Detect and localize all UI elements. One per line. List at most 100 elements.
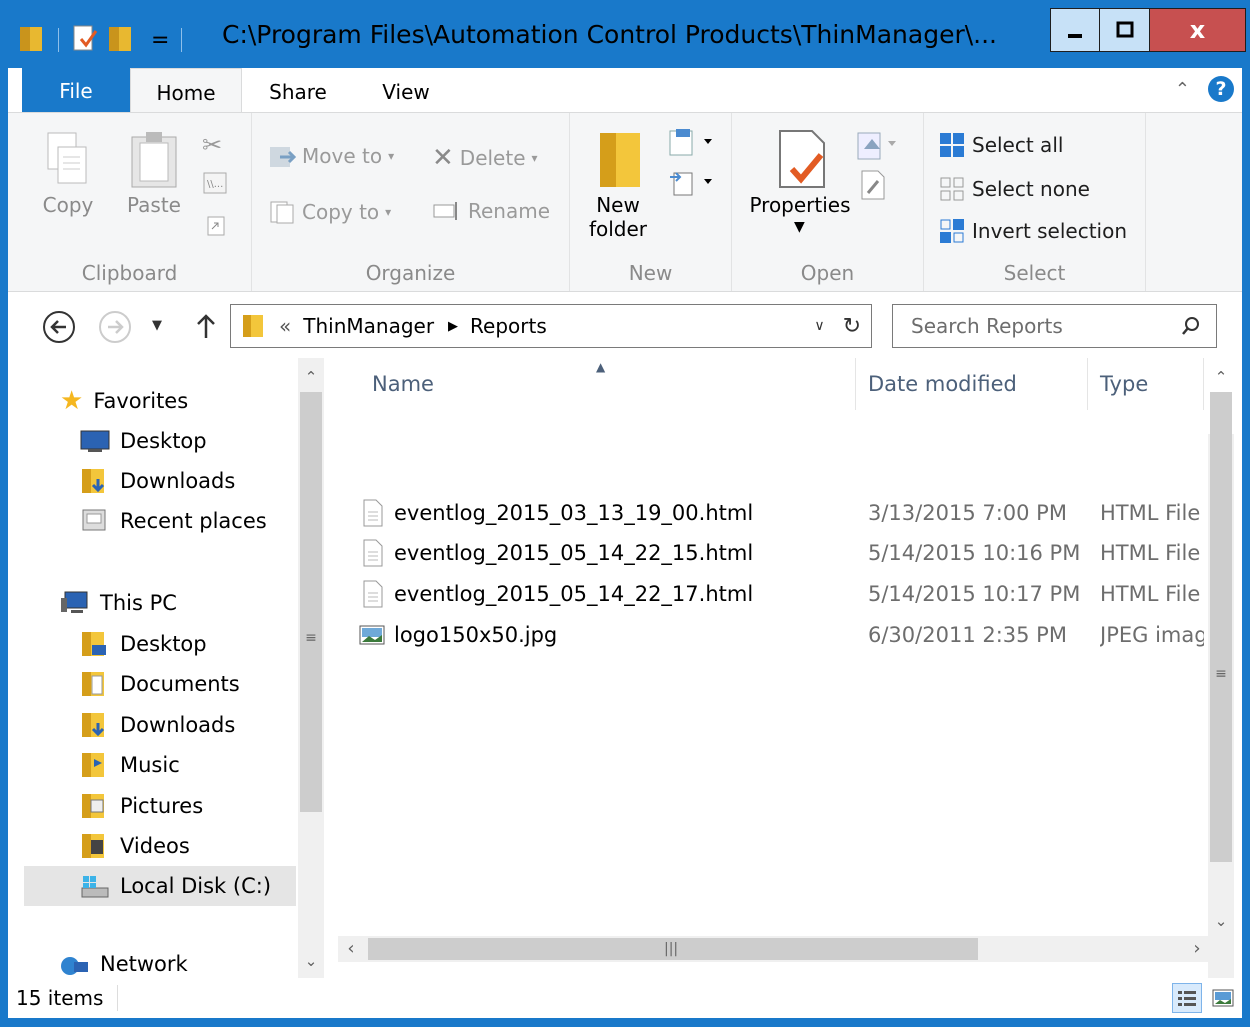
breadcrumb-reports[interactable]: Reports: [470, 314, 547, 338]
refresh-icon[interactable]: ↻: [843, 314, 861, 339]
nav-item-label: Downloads: [120, 469, 236, 493]
qat-dropdown-icon[interactable]: =: [151, 28, 169, 53]
new-item-icon[interactable]: [668, 127, 716, 164]
minimize-button[interactable]: [1050, 8, 1100, 52]
breadcrumb-thinmanager[interactable]: ThinManager: [303, 314, 434, 338]
nav-favorites-desktop[interactable]: Desktop: [80, 422, 207, 460]
copy-button[interactable]: Copy: [38, 129, 98, 229]
nav-favorites-label: Favorites: [93, 389, 189, 413]
html-file-icon: [363, 499, 383, 527]
large-icons-view-icon[interactable]: [1208, 983, 1238, 1013]
minimize-ribbon-icon[interactable]: ⌃: [1175, 79, 1190, 100]
nav-pc-documents[interactable]: Documents: [80, 665, 240, 703]
cut-icon[interactable]: ✂: [202, 131, 222, 159]
search-icon[interactable]: [1180, 315, 1202, 337]
properties-qat-icon[interactable]: [71, 23, 99, 58]
properties-button[interactable]: Properties ▼: [740, 127, 860, 251]
new-folder-qat-icon[interactable]: [107, 23, 135, 58]
close-icon: x: [1189, 16, 1206, 44]
jpeg-image-icon: [359, 625, 385, 645]
scroll-right-icon[interactable]: ›: [1184, 936, 1210, 962]
copy-to-button[interactable]: Copy to ▾: [268, 199, 391, 225]
easy-access-icon[interactable]: [668, 167, 716, 204]
back-button[interactable]: [42, 310, 76, 344]
select-none-button[interactable]: Select none: [938, 175, 1090, 203]
file-vertical-scrollbar[interactable]: ⌃ ≡ ⌄: [1208, 368, 1234, 986]
nav-pc-downloads[interactable]: Downloads: [80, 706, 235, 744]
nav-this-pc[interactable]: This PC: [60, 584, 177, 622]
invert-selection-button[interactable]: Invert selection: [938, 217, 1127, 245]
close-button[interactable]: x: [1150, 8, 1246, 52]
nav-scroll-thumb[interactable]: [300, 392, 322, 812]
search-box[interactable]: Search Reports: [892, 304, 1217, 348]
scroll-left-icon[interactable]: ‹: [338, 936, 364, 962]
invert-selection-icon: [940, 219, 964, 243]
nav-pc-videos[interactable]: Videos: [80, 827, 190, 865]
nav-pc-music[interactable]: Music: [80, 746, 180, 784]
address-overflow[interactable]: «: [279, 314, 291, 338]
column-header-name[interactable]: Name: [360, 358, 856, 410]
nav-favorites[interactable]: ★ Favorites: [60, 382, 188, 420]
file-scroll-thumb[interactable]: [1210, 392, 1232, 862]
file-horizontal-scrollbar[interactable]: ‹ ||| ›: [338, 936, 1210, 962]
file-row[interactable]: eventlog_2015_05_14_22_15.html: [358, 534, 753, 572]
paste-button[interactable]: Paste: [122, 129, 186, 229]
move-to-button[interactable]: Move to ▾: [268, 143, 394, 169]
new-folder-button[interactable]: New folder: [582, 127, 654, 251]
file-date: 6/30/2011 2:35 PM: [868, 623, 1067, 647]
rename-button[interactable]: Rename: [432, 199, 550, 223]
file-row[interactable]: eventlog_2015_03_13_19_00.html: [358, 494, 753, 532]
title-bar[interactable]: = C:\Program Files\Automation Control Pr…: [0, 0, 1250, 68]
nav-item-label: Desktop: [120, 632, 207, 656]
address-bar[interactable]: « ThinManager ▶ Reports ∨ ↻: [230, 304, 872, 348]
file-date: 5/14/2015 10:16 PM: [868, 541, 1081, 565]
nav-item-label: Local Disk (C:): [120, 874, 272, 898]
desktop-icon: [80, 430, 110, 452]
open-icon[interactable]: [854, 129, 902, 166]
copy-path-icon[interactable]: \\...: [202, 171, 228, 200]
scroll-up-icon[interactable]: ⌃: [1208, 364, 1234, 390]
tab-view[interactable]: View: [358, 68, 454, 112]
column-header-type[interactable]: Type: [1088, 358, 1204, 410]
nav-pc-local-disk[interactable]: Local Disk (C:): [24, 866, 296, 906]
nav-favorites-downloads[interactable]: Downloads: [80, 462, 235, 500]
nav-pc-desktop[interactable]: Desktop: [80, 625, 207, 663]
scroll-up-icon[interactable]: ⌃: [298, 364, 324, 390]
edit-icon[interactable]: [858, 169, 888, 206]
nav-network-label: Network: [100, 952, 188, 976]
copy-label: Copy: [42, 193, 94, 217]
details-view-icon[interactable]: [1172, 983, 1202, 1013]
select-all-button[interactable]: Select all: [938, 131, 1063, 159]
html-file-icon: [363, 539, 383, 567]
delete-icon: ✕: [432, 143, 454, 173]
help-icon[interactable]: ?: [1208, 76, 1234, 102]
recent-locations-button[interactable]: ▼: [152, 318, 162, 333]
qat-separator: [58, 28, 59, 52]
breadcrumb-separator-icon[interactable]: ▶: [448, 319, 458, 334]
nav-vertical-scrollbar[interactable]: ⌃ ≡ ⌄: [298, 358, 324, 978]
nav-network[interactable]: Network: [60, 952, 188, 978]
new-folder-label-line1: New: [596, 193, 640, 217]
tab-share[interactable]: Share: [248, 68, 348, 112]
paste-shortcut-icon[interactable]: [206, 213, 226, 242]
search-input[interactable]: Search Reports: [911, 314, 1180, 338]
nav-favorites-recent-places[interactable]: Recent places: [80, 502, 267, 540]
new-folder-icon: [600, 133, 640, 187]
tab-file[interactable]: File: [22, 68, 130, 112]
ribbon-controls: ⌃ ?: [1175, 76, 1234, 102]
pictures-folder-icon: [82, 794, 104, 818]
network-icon: [61, 957, 88, 975]
address-dropdown-icon[interactable]: ∨: [814, 318, 824, 334]
tab-home[interactable]: Home: [130, 68, 242, 113]
file-row[interactable]: eventlog_2015_05_14_22_17.html: [358, 575, 753, 613]
column-header-date[interactable]: Date modified: [856, 358, 1088, 410]
select-none-icon: [940, 177, 964, 201]
scroll-down-icon[interactable]: ⌄: [1208, 908, 1234, 934]
nav-pc-pictures[interactable]: Pictures: [80, 787, 203, 825]
scroll-down-icon[interactable]: ⌄: [298, 948, 324, 974]
delete-button[interactable]: ✕ Delete ▾: [432, 143, 538, 173]
forward-button[interactable]: [98, 310, 132, 344]
maximize-button[interactable]: [1100, 8, 1150, 52]
up-button[interactable]: [194, 312, 218, 340]
file-row[interactable]: logo150x50.jpg: [358, 616, 557, 654]
